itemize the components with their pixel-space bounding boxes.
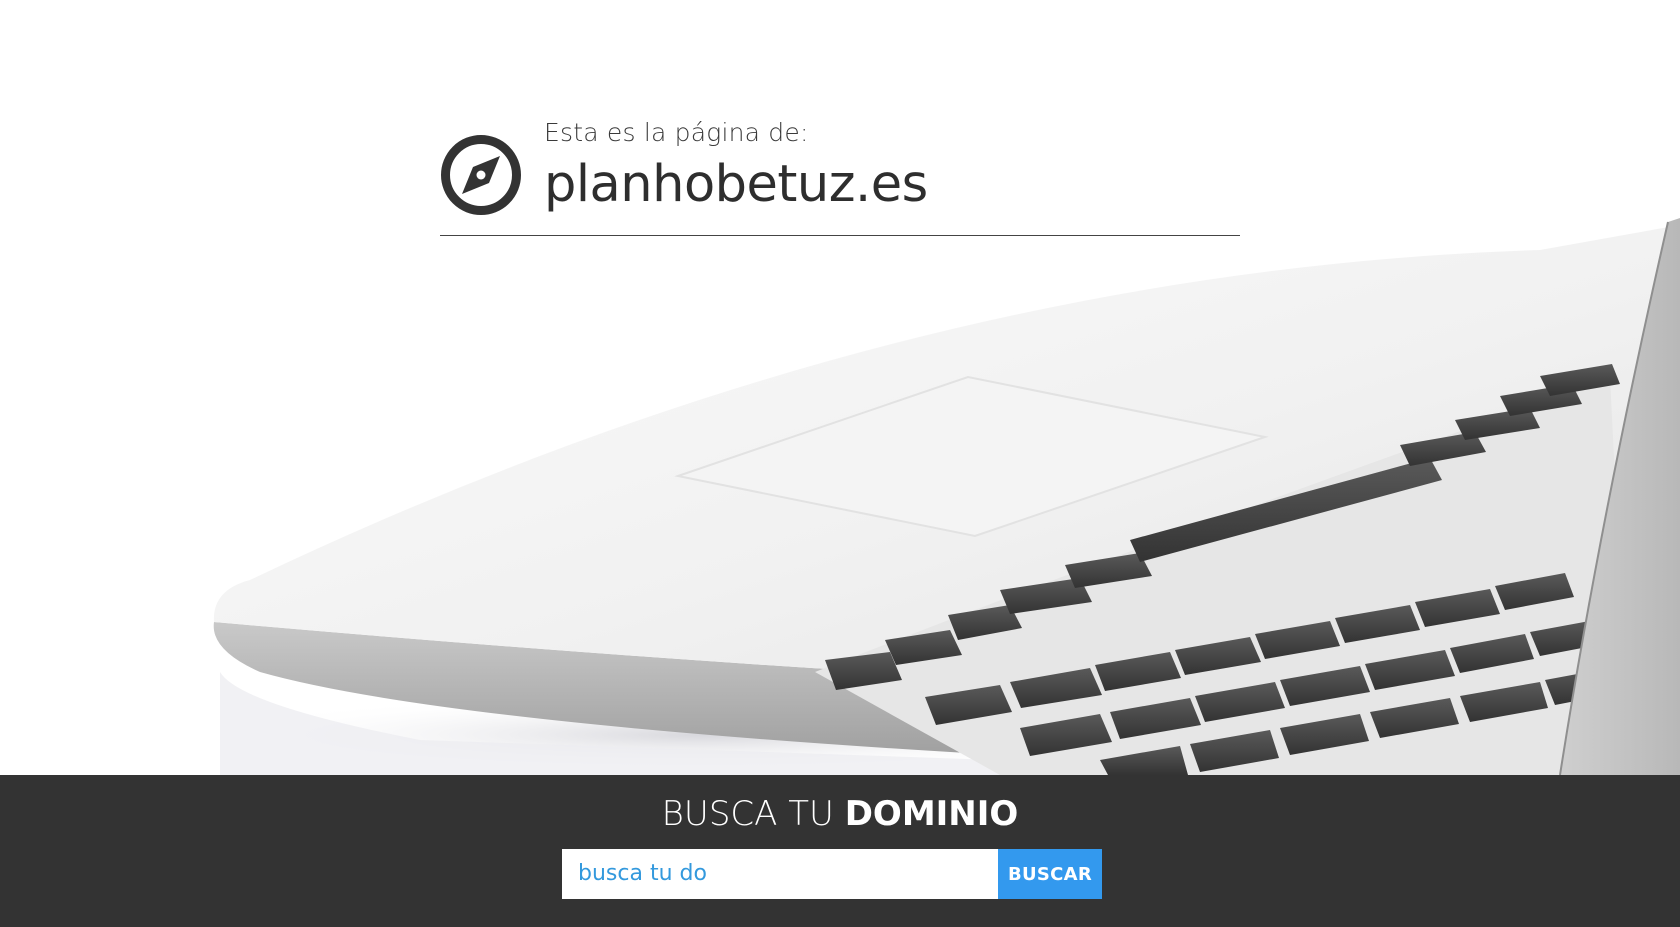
page-subtitle: Esta es la página de: — [544, 118, 809, 147]
search-button[interactable]: BUSCAR — [998, 849, 1102, 899]
domain-search-band: BUSCA TU DOMINIO BUSCAR — [0, 775, 1680, 927]
header-divider — [440, 235, 1240, 236]
hero-background — [0, 0, 1680, 775]
search-heading-light: BUSCA TU — [661, 794, 834, 834]
domain-title: planhobetuz.es — [544, 155, 928, 214]
search-heading-bold: DOMINIO — [844, 794, 1019, 834]
header-text: Esta es la página de: planhobetuz.es — [544, 118, 928, 216]
domain-search-input[interactable] — [562, 849, 998, 899]
compass-icon — [441, 135, 521, 215]
search-heading: BUSCA TU DOMINIO — [0, 793, 1680, 835]
laptop-illustration — [180, 218, 1680, 775]
parking-page: Esta es la página de: planhobetuz.es BUS… — [0, 0, 1680, 927]
domain-search-form: BUSCAR — [562, 849, 1102, 899]
site-header: Esta es la página de: planhobetuz.es — [440, 118, 1240, 236]
